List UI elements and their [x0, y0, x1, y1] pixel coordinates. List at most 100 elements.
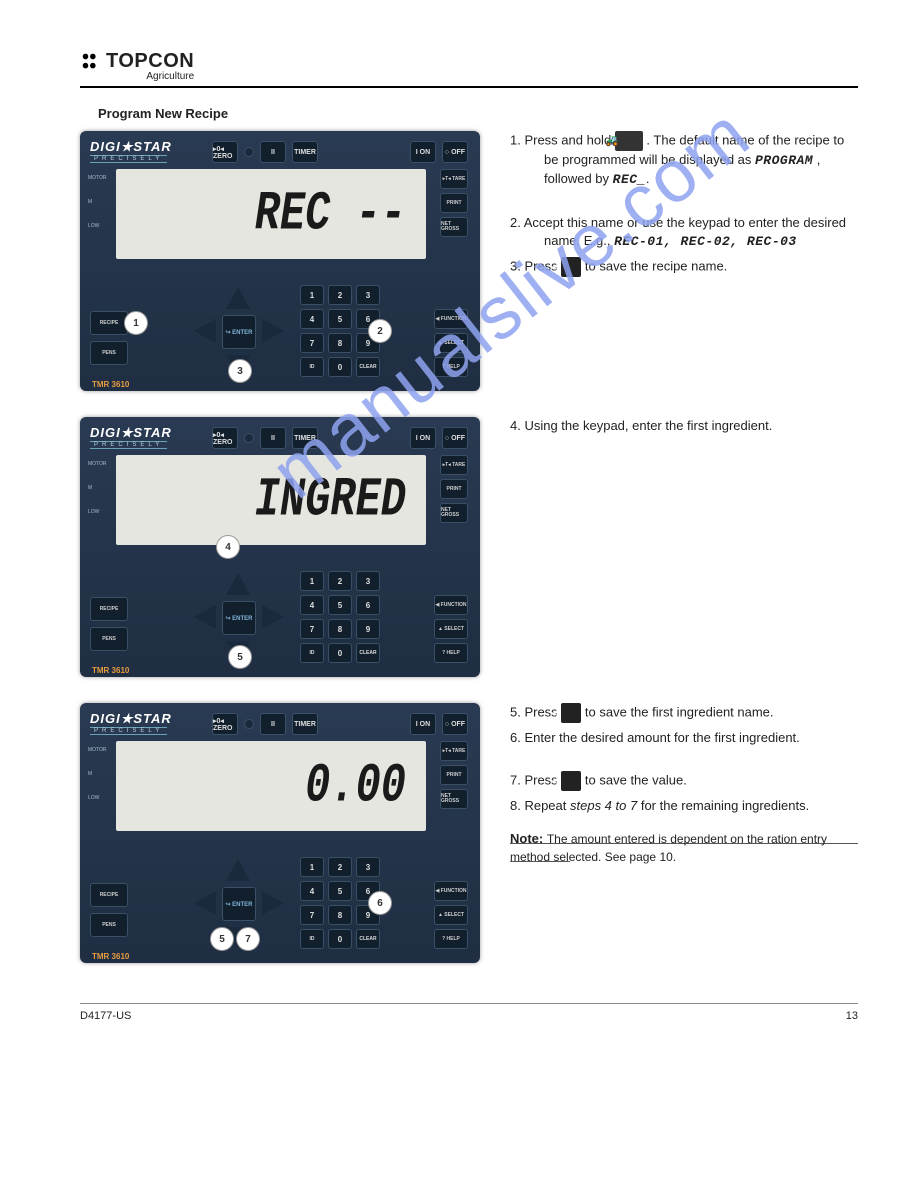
- print-button[interactable]: PRINT: [440, 479, 468, 499]
- dpad-left[interactable]: [194, 891, 216, 915]
- device-brand: DIGI★STAR: [90, 139, 172, 155]
- lcd-text-3: 0.00: [305, 755, 406, 817]
- device-brand-sub: PRECISELY: [90, 155, 167, 163]
- step-circle-6: 6: [368, 891, 392, 915]
- enter-button[interactable]: ↪ ENTER: [222, 887, 256, 921]
- off-button[interactable]: ○ OFF: [442, 427, 468, 449]
- dpad-right[interactable]: [262, 891, 284, 915]
- step-circle-2: 2: [368, 319, 392, 343]
- timer-button[interactable]: TIMER: [292, 141, 318, 163]
- step-row-2: DIGI★STAR PRECISELY ▸0◂ ZERO II TIMER I …: [80, 417, 858, 677]
- on-button[interactable]: I ON: [410, 427, 436, 449]
- device-model: TMR 3610: [92, 380, 129, 389]
- footer-right: 13: [846, 1010, 858, 1022]
- zero-button[interactable]: ▸0◂ ZERO: [212, 713, 238, 735]
- pause-button[interactable]: II: [260, 713, 286, 735]
- lcd-display-3: 0.00: [116, 741, 426, 831]
- dpad-left[interactable]: [194, 605, 216, 629]
- dpad-right[interactable]: [262, 319, 284, 343]
- step-1-text: 1. Press and hold 🚜 . The default name o…: [510, 131, 858, 189]
- key-3[interactable]: 3: [356, 285, 380, 305]
- lcd-text-1: REC --: [255, 183, 406, 245]
- dpad-up[interactable]: [226, 573, 250, 595]
- page-footer: D4177-US 13: [80, 1003, 858, 1022]
- step-circle-7b: 7: [236, 927, 260, 951]
- device-panel-1: DIGI★STAR PRECISELY ▸0◂ ZERO II TIMER I …: [80, 131, 480, 391]
- zero-button[interactable]: ▸0◂ ZERO: [212, 427, 238, 449]
- key-2[interactable]: 2: [328, 285, 352, 305]
- tare-button[interactable]: ▸T◂ TARE: [440, 169, 468, 189]
- print-button[interactable]: PRINT: [440, 193, 468, 213]
- select-button[interactable]: ▲ SELECT: [434, 333, 468, 353]
- on-button[interactable]: I ON: [410, 713, 436, 735]
- step-circle-7a: 5: [210, 927, 234, 951]
- step-8-text: 8. Repeat steps 4 to 7 for the remaining…: [510, 797, 858, 815]
- step-6-text: 6. Enter the desired amount for the firs…: [510, 729, 858, 747]
- indicator-dot: [244, 433, 254, 443]
- dpad-left[interactable]: [194, 319, 216, 343]
- lcd-display-2: INGRED: [116, 455, 426, 545]
- indicator-dot: [244, 147, 254, 157]
- device-panel-2: DIGI★STAR PRECISELY ▸0◂ ZERO II TIMER I …: [80, 417, 480, 677]
- key-8[interactable]: 8: [328, 333, 352, 353]
- off-button[interactable]: ○ OFF: [442, 141, 468, 163]
- lcd-display-1: REC --: [116, 169, 426, 259]
- enter-button[interactable]: ↪ ENTER: [222, 315, 256, 349]
- pause-button[interactable]: II: [260, 141, 286, 163]
- step-row-3: DIGI★STAR PRECISELY ▸0◂ ZERO II TIMER I …: [80, 703, 858, 963]
- step-7-text: 7. Press ↪ to save the value.: [510, 771, 858, 791]
- function-button[interactable]: ◀ FUNCTION: [434, 595, 468, 615]
- step-circle-4: 4: [216, 535, 240, 559]
- function-button[interactable]: ◀ FUNCTION: [434, 309, 468, 329]
- step-circle-3: 3: [228, 359, 252, 383]
- section-title: Program New Recipe: [98, 106, 858, 121]
- device-panel-3: DIGI★STAR PRECISELY ▸0◂ ZERO II TIMER I …: [80, 703, 480, 963]
- key-id[interactable]: ID: [300, 357, 324, 377]
- timer-button[interactable]: TIMER: [292, 427, 318, 449]
- dpad-up[interactable]: [226, 287, 250, 309]
- pens-button[interactable]: PENS: [90, 341, 128, 365]
- key-7[interactable]: 7: [300, 333, 324, 353]
- dpad-up[interactable]: [226, 859, 250, 881]
- key-1[interactable]: 1: [300, 285, 324, 305]
- select-button[interactable]: ▲ SELECT: [434, 905, 468, 925]
- tare-button[interactable]: ▸T◂ TARE: [440, 455, 468, 475]
- recipe-button[interactable]: RECIPE: [90, 883, 128, 907]
- recipe-button[interactable]: RECIPE: [90, 597, 128, 621]
- dpad-right[interactable]: [262, 605, 284, 629]
- help-button[interactable]: ? HELP: [434, 357, 468, 377]
- help-button[interactable]: ? HELP: [434, 643, 468, 663]
- recipe-button[interactable]: RECIPE: [90, 311, 128, 335]
- on-button[interactable]: I ON: [410, 141, 436, 163]
- key-0[interactable]: 0: [328, 357, 352, 377]
- logo-subtitle: Agriculture: [146, 71, 194, 82]
- step-5-text: 5. Press ↪ to save the first ingredient …: [510, 703, 858, 723]
- print-button[interactable]: PRINT: [440, 765, 468, 785]
- pens-button[interactable]: PENS: [90, 913, 128, 937]
- topcon-logo-icon: [80, 51, 102, 73]
- netgross-button[interactable]: NET GROSS: [440, 503, 468, 523]
- tare-button[interactable]: ▸T◂ TARE: [440, 741, 468, 761]
- logo: TOPCON Agriculture: [80, 50, 194, 82]
- key-4[interactable]: 4: [300, 309, 324, 329]
- enter-icon: ↪: [561, 257, 581, 277]
- enter-icon: ↪: [561, 703, 581, 723]
- timer-button[interactable]: TIMER: [292, 713, 318, 735]
- zero-button[interactable]: ▸0◂ ZERO: [212, 141, 238, 163]
- indicator-dot: [244, 719, 254, 729]
- netgross-button[interactable]: NET GROSS: [440, 217, 468, 237]
- key-5[interactable]: 5: [328, 309, 352, 329]
- off-button[interactable]: ○ OFF: [442, 713, 468, 735]
- note-block: Note: The amount entered is dependent on…: [510, 826, 858, 862]
- select-button[interactable]: ▲ SELECT: [434, 619, 468, 639]
- pause-button[interactable]: II: [260, 427, 286, 449]
- netgross-button[interactable]: NET GROSS: [440, 789, 468, 809]
- side-labels: MOTOR M LOW: [88, 175, 107, 229]
- pens-button[interactable]: PENS: [90, 627, 128, 651]
- enter-button[interactable]: ↪ ENTER: [222, 601, 256, 635]
- page-header: TOPCON Agriculture: [80, 50, 858, 88]
- key-clear[interactable]: CLEAR: [356, 357, 380, 377]
- function-button[interactable]: ◀ FUNCTION: [434, 881, 468, 901]
- step-circle-5: 5: [228, 645, 252, 669]
- help-button[interactable]: ? HELP: [434, 929, 468, 949]
